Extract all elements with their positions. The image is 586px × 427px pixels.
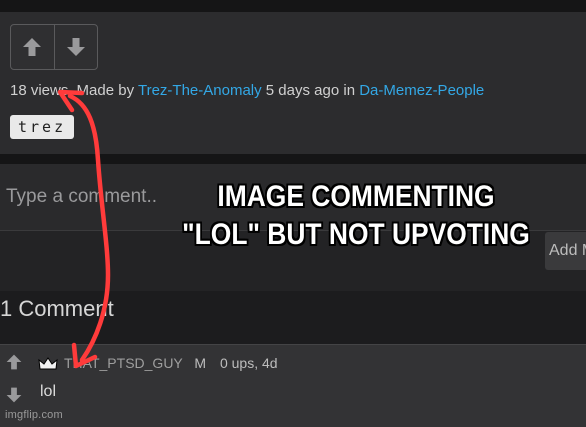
top-strip: [0, 0, 586, 12]
view-count: 18 views: [10, 82, 69, 99]
comment-header: THAT_PTSD_GUY M 0 ups, 4d: [64, 355, 278, 371]
crown-icon: [38, 356, 58, 377]
post-vote-box: [10, 24, 98, 70]
comment-username[interactable]: THAT_PTSD_GUY: [64, 355, 183, 371]
meme-caption: IMAGE COMMENTING "LOL" BUT NOT UPVOTING: [157, 178, 555, 254]
downvote-button[interactable]: [53, 25, 98, 69]
upvote-icon: [23, 38, 42, 56]
in-label: in: [343, 82, 356, 99]
made-by-label: Made by: [76, 82, 135, 99]
comment-downvote-button[interactable]: [2, 383, 26, 407]
comment-upvote-button[interactable]: [2, 350, 26, 374]
upvote-icon: [6, 354, 22, 370]
meme-caption-line-1: IMAGE COMMENTING: [217, 180, 495, 213]
post-tag[interactable]: trez: [10, 115, 75, 139]
meme-caption-line-2: "LOL" BUT NOT UPVOTING: [182, 218, 530, 251]
comment-count-heading: 1 Comment: [0, 296, 114, 321]
post-meta-line: 18 views Made by Trez-The-Anomaly 5 days…: [10, 82, 484, 99]
upvote-button[interactable]: [11, 25, 54, 69]
stream-link[interactable]: Da-Memez-People: [359, 82, 484, 99]
downvote-icon: [66, 38, 85, 56]
divider: [0, 154, 586, 164]
imgflip-watermark: imgflip.com: [5, 409, 63, 421]
downvote-icon: [6, 387, 22, 403]
mod-badge: M: [194, 355, 207, 371]
comment-stats: 0 ups, 4d: [219, 355, 278, 371]
comment-text: lol: [40, 383, 57, 400]
post-time: 5 days ago: [265, 82, 340, 99]
author-link[interactable]: Trez-The-Anomaly: [138, 82, 262, 99]
